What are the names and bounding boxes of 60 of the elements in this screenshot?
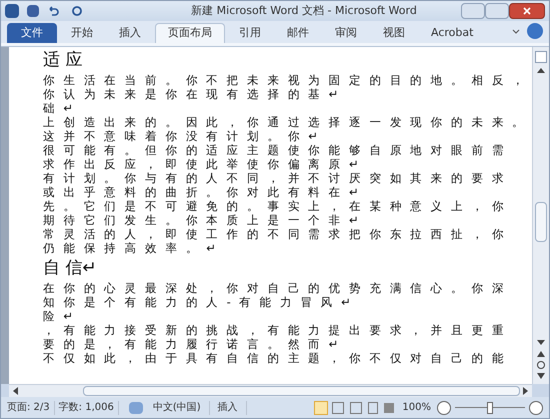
undo-icon[interactable] [47, 5, 59, 17]
zoom-level[interactable]: 100% [402, 400, 431, 415]
file-tab[interactable]: 文件 [7, 23, 57, 43]
ribbon-tab[interactable]: 插入 [107, 23, 153, 43]
scroll-left-icon[interactable] [13, 387, 18, 395]
insert-mode[interactable]: 插入 [218, 400, 238, 415]
text-line: 先。它们是不可避免的。事实上，在某种意义上，你 [43, 199, 514, 213]
browse-object-icon[interactable] [537, 361, 545, 369]
text-line: 仍能保持高效率。↵ [43, 241, 226, 255]
zoom-in-button[interactable] [529, 400, 543, 414]
text-line: ，有能力接受新的挑战，有能力提出要求，并且更重 [43, 323, 514, 337]
zoom-slider[interactable] [455, 402, 525, 414]
text-line: 或出乎意料的曲折。你对此有料在↵ [43, 185, 368, 199]
close-button[interactable] [509, 3, 545, 19]
text-line: 你认为未来是你在现有选择的基↵ [43, 87, 348, 101]
text-line: 知你是个有能力的人-有能力冒风↵ [43, 295, 360, 309]
text-line: 期待它们发生。你本质上是一个非↵ [43, 213, 368, 227]
text-line: 险↵ [43, 309, 82, 323]
text-line: 有计划。你与有的人不同，并不讨厌突如其来的要求 [43, 171, 514, 185]
text-line: 求作出反应，即使此举使你偏离原↵ [43, 157, 368, 171]
next-page-icon[interactable] [537, 373, 545, 380]
section-heading: 适 应 [43, 49, 84, 71]
text-line: 不仅如此，由于具有自信的主题，你不仅对自己的能 [43, 351, 514, 365]
ribbon-tab[interactable]: 页面布局 [155, 23, 225, 43]
text-line: 上创造出来的。因此，你通过选择逐一发现你的未来。 [43, 115, 532, 129]
text-line: 在你的心灵最深处，你对自己的优势充满信心。你深 [43, 281, 514, 295]
scroll-thumb[interactable] [535, 202, 547, 242]
section-heading: 自 信↵ [43, 257, 98, 279]
ribbon-tab[interactable]: 审阅 [323, 23, 369, 43]
ribbon-tab[interactable]: 视图 [371, 23, 417, 43]
scroll-thumb[interactable] [83, 386, 520, 396]
ribbon-tab[interactable]: Acrobat [419, 23, 486, 43]
draft-view-icon[interactable] [384, 402, 394, 412]
scroll-up-icon[interactable] [537, 67, 545, 73]
language-indicator[interactable]: 中文(中国) [152, 400, 201, 415]
outline-view-icon[interactable] [368, 402, 378, 414]
web-layout-icon[interactable] [350, 402, 362, 414]
scroll-right-icon[interactable] [523, 387, 528, 395]
ribbon-tab[interactable]: 引用 [227, 23, 273, 43]
window-title: 新建 Microsoft Word 文档 - Microsoft Word [190, 2, 418, 19]
close-icon [523, 7, 531, 15]
horizontal-scrollbar[interactable] [9, 384, 532, 397]
page-count[interactable]: 页面: 2/3 [7, 400, 50, 415]
zoom-out-button[interactable] [437, 400, 451, 414]
previous-page-icon[interactable] [537, 350, 545, 357]
text-line: 这并不意味着你没有计划。你↵ [43, 129, 328, 143]
scroll-down-icon[interactable] [537, 340, 545, 346]
text-line: 常灵活的人，即使工作的不同需求把你东拉西扯，你 [43, 227, 514, 241]
text-line: 要的是，有能力履行诺言。然而↵ [43, 337, 348, 351]
text-line: 础↵ [43, 101, 82, 115]
vertical-scrollbar[interactable] [532, 47, 549, 384]
help-icon[interactable] [527, 23, 543, 39]
ruler-toggle-icon[interactable] [535, 51, 547, 63]
ribbon-tab[interactable]: 邮件 [275, 23, 321, 43]
text-line: 你生活在当前。你不把未来视为固定的目的地。相反， [43, 73, 532, 87]
text-line: 很可能有。但你的适应主题使你能够自原地对眼前需 [43, 143, 514, 157]
reading-view-icon[interactable] [332, 402, 344, 414]
zoom-slider-thumb[interactable] [487, 402, 493, 414]
word-count[interactable]: 字数: 1,006 [58, 400, 114, 415]
ribbon-tab[interactable]: 开始 [59, 23, 105, 43]
